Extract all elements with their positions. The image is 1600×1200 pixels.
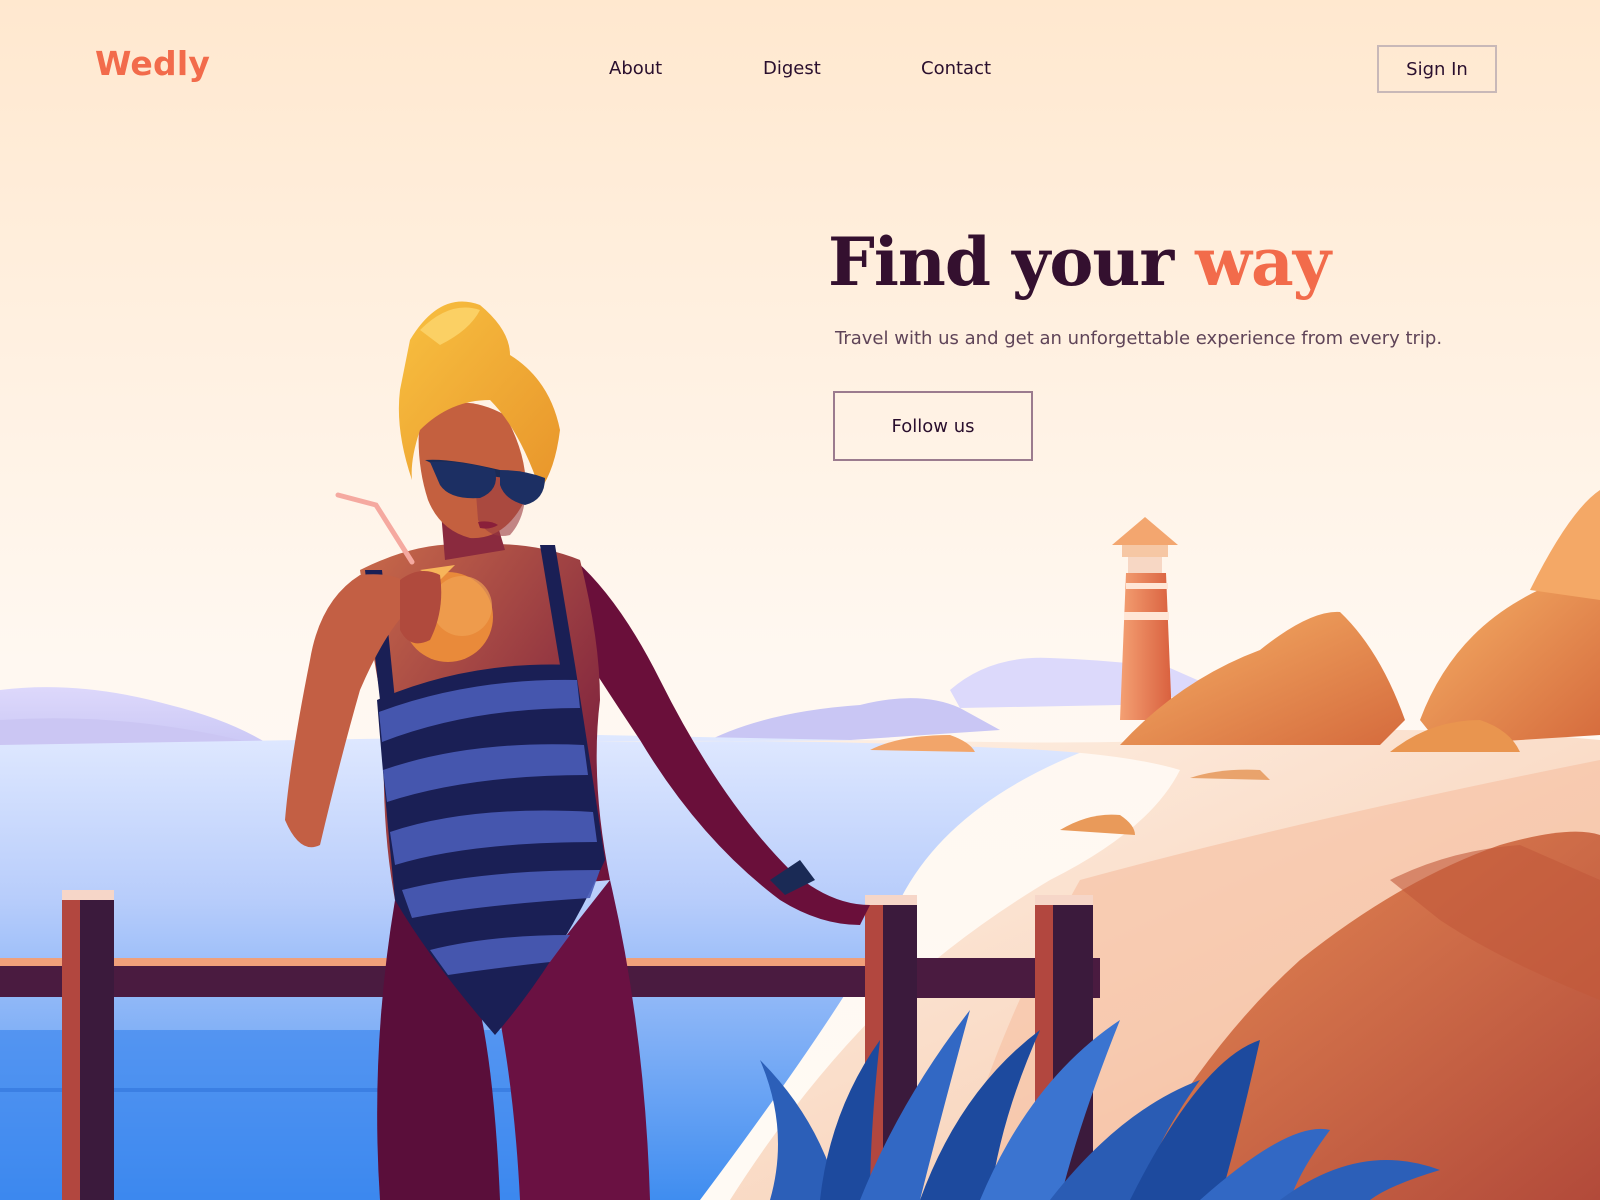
hero-title-accent: way [1195,223,1331,301]
beach-illustration [0,0,1600,1200]
nav-contact-link[interactable]: Contact [921,58,991,79]
hero-title-main: Find your [828,223,1174,301]
sign-in-button[interactable]: Sign In [1377,45,1497,93]
follow-us-button[interactable]: Follow us [833,391,1033,461]
hero-subtitle: Travel with us and get an unforgettable … [835,328,1443,349]
nav-digest-link[interactable]: Digest [763,58,821,79]
nav-about-link[interactable]: About [609,58,662,79]
brand-logo[interactable]: Wedly [95,44,210,83]
hero-title: Find your way [828,223,1331,301]
